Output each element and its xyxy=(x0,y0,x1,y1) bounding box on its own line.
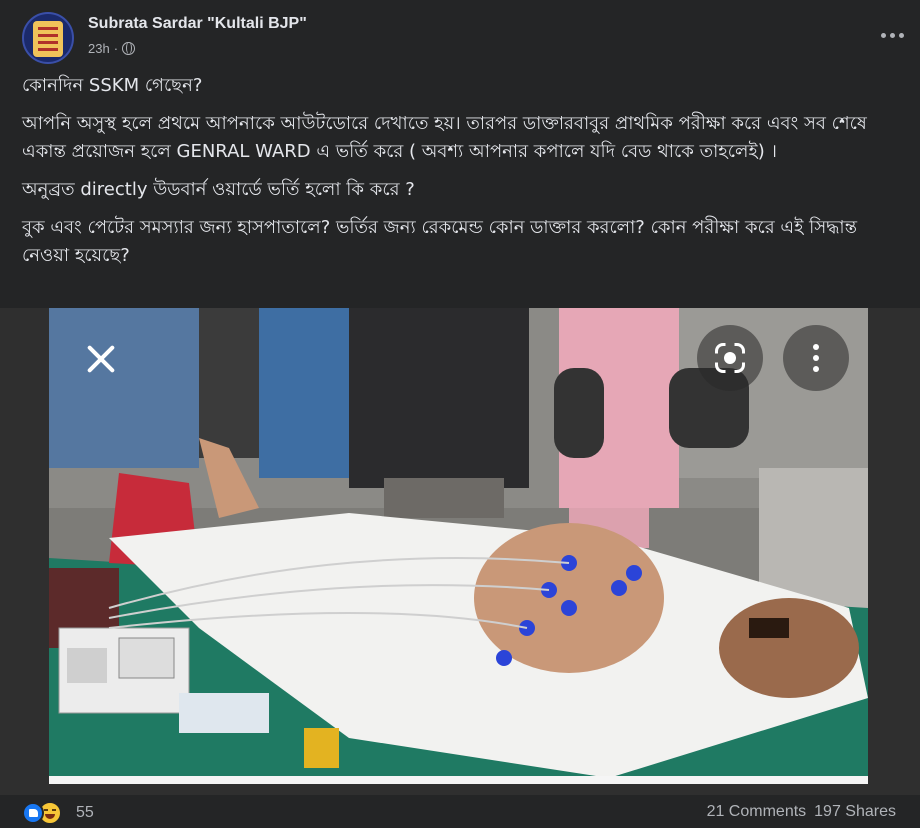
post-time[interactable]: 23h xyxy=(88,41,110,56)
globe-icon xyxy=(122,42,136,55)
separator-dot: · xyxy=(113,41,119,56)
author-name[interactable]: Subrata Sardar "Kultali BJP" xyxy=(88,15,307,33)
reactions-summary[interactable]: 55 xyxy=(22,798,94,828)
post-paragraph: আপনি অসুস্থ হলে প্রথমে আপনাকে আউটডোরে দে… xyxy=(22,113,867,162)
close-icon xyxy=(85,343,117,375)
shares-count-link[interactable]: 197 Shares xyxy=(814,803,896,821)
post-paragraph: বুক এবং পেটের সমস্যার জন্য হাসপাতালে? ভর… xyxy=(22,217,858,266)
post-card: Subrata Sardar "Kultali BJP" 23h · কোনদি… xyxy=(0,0,920,828)
close-button[interactable] xyxy=(68,326,134,392)
comments-count-link[interactable]: 21 Comments xyxy=(707,803,807,821)
post-paragraph: কোনদিন SSKM গেছেন? xyxy=(22,75,203,96)
more-horizontal-icon[interactable] xyxy=(878,24,906,46)
post-text: কোনদিন SSKM গেছেন? আপনি অসুস্থ হলে প্রথম… xyxy=(22,72,902,280)
post-paragraph: অনুব্রত directly উডবার্ন ওয়ার্ডে ভর্তি … xyxy=(22,179,415,200)
like-icon xyxy=(22,802,44,824)
image-options-button[interactable] xyxy=(783,325,849,391)
reaction-count[interactable]: 55 xyxy=(76,804,94,822)
avatar[interactable] xyxy=(22,12,74,64)
more-vertical-icon xyxy=(813,344,819,372)
lens-icon xyxy=(715,343,745,373)
visual-search-button[interactable] xyxy=(697,325,763,391)
post-stats: 21 Comments 197 Shares xyxy=(707,803,896,821)
post-meta: 23h · xyxy=(88,41,136,56)
post-header: Subrata Sardar "Kultali BJP" 23h · xyxy=(22,10,906,66)
